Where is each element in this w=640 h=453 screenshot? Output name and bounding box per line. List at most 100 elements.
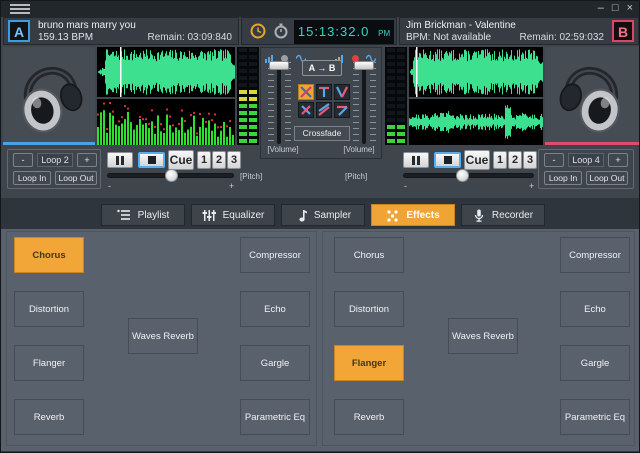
deck-a-volume-label: [Volume] (261, 145, 305, 154)
deck-b-loop-out-button[interactable]: Loop Out (586, 171, 628, 185)
dj-app-window: – □ × A bruno mars marry you 159.13 BPM … (0, 0, 640, 453)
crossfade-curve-v-button[interactable] (334, 84, 350, 100)
deck-a-volume-handle[interactable] (269, 61, 289, 70)
deck-a-loop-plus-button[interactable]: + (77, 153, 97, 167)
deck-a-pitch-plus: + (229, 181, 234, 191)
stop-icon (148, 156, 156, 164)
stop-icon (444, 156, 452, 164)
deck-b-stop-button[interactable] (434, 152, 461, 168)
deck-a-hotcue-3-button[interactable]: 3 (227, 151, 241, 169)
fx-b-gargle-button[interactable]: Gargle (560, 345, 630, 381)
deck-b-loop-in-button[interactable]: Loop In (544, 171, 582, 185)
maximize-button[interactable]: □ (612, 1, 619, 15)
deck-b-badge: B (612, 20, 634, 42)
deck-b-loop-plus-button[interactable]: + (608, 153, 628, 167)
microphone-icon (473, 209, 485, 222)
lcd-clock: 15:13:32.0 PM (294, 20, 394, 44)
deck-b-volume-slider[interactable] (362, 62, 366, 144)
deck-b-pause-button[interactable] (403, 152, 429, 168)
fx-a-compressor-button[interactable]: Compressor (240, 237, 310, 273)
crossfade-label[interactable]: Crossfade (294, 126, 350, 141)
fx-a-chorus-button[interactable]: Chorus (14, 237, 84, 273)
deck-a-hotcue-1-button[interactable]: 1 (197, 151, 211, 169)
deck-b-pitch-label: [Pitch] (345, 172, 367, 181)
deck-b-cue-button[interactable]: Cue (464, 150, 490, 170)
fx-b-chorus-button[interactable]: Chorus (334, 237, 404, 273)
deck-a-loop-out-button[interactable]: Loop Out (55, 171, 97, 185)
fx-b-flanger-button[interactable]: Flanger (334, 345, 404, 381)
fx-b-echo-button[interactable]: Echo (560, 291, 630, 327)
deck-a-waveform[interactable] (97, 47, 235, 97)
crossfade-curve-x-button[interactable] (298, 84, 314, 100)
deck-b-hotcue-1-button[interactable]: 1 (493, 151, 507, 169)
deck-a-bpm: 159.13 BPM (38, 32, 93, 43)
deck-a-cue-button[interactable]: Cue (168, 150, 194, 170)
deck-a-header: A bruno mars marry you 159.13 BPM Remain… (3, 17, 239, 45)
stopwatch-icon[interactable] (273, 23, 289, 39)
deck-a-loop-in-button[interactable]: Loop In (13, 171, 51, 185)
crossfade-curve-grid (298, 84, 350, 118)
fx-a-flanger-button[interactable]: Flanger (14, 345, 84, 381)
menu-icon[interactable] (10, 4, 30, 14)
fx-b-distortion-button[interactable]: Distortion (334, 291, 404, 327)
deck-a-volume-slider[interactable] (277, 62, 281, 144)
crossfade-curve-bend-button[interactable] (334, 102, 350, 118)
minimize-button[interactable]: – (598, 1, 604, 15)
fx-a-reverb-button[interactable]: Reverb (14, 399, 84, 435)
tab-recorder-label: Recorder (492, 210, 533, 221)
deck-a-headphones-image (3, 47, 95, 145)
crossfade-curve-t-button[interactable] (316, 84, 332, 100)
deck-b-volume-label: [Volume] (337, 145, 381, 154)
deck-b-remain-time: Remain: 02:59:032 (519, 32, 604, 43)
clock-icon[interactable] (250, 23, 266, 39)
deck-a-loop-minus-button[interactable]: - (13, 153, 33, 167)
deck-a-pitch-label: [Pitch] (240, 172, 262, 181)
deck-a-vu-meter (237, 47, 259, 145)
fx-a-parametric-eq-button[interactable]: Parametric Eq (240, 399, 310, 435)
effects-dots-icon (386, 209, 399, 222)
fx-b-compressor-button[interactable]: Compressor (560, 237, 630, 273)
deck-b-hotcue-3-button[interactable]: 3 (523, 151, 537, 169)
deck-a-pitch-handle[interactable] (165, 169, 178, 182)
tab-recorder[interactable]: Recorder (461, 204, 545, 226)
auto-crossfade-a-to-b-button[interactable]: A → B (302, 60, 342, 76)
deck-a-stop-button[interactable] (138, 152, 165, 168)
crossfade-curve-rise-button[interactable] (316, 102, 332, 118)
fx-a-waves-reverb-button[interactable]: Waves Reverb (128, 318, 198, 354)
deck-a-loop-value: Loop 2 (37, 153, 73, 167)
fx-a-distortion-button[interactable]: Distortion (14, 291, 84, 327)
deck-b-volume-handle[interactable] (354, 61, 374, 70)
deck-b-loop-minus-button[interactable]: - (544, 153, 564, 167)
tab-playlist[interactable]: Playlist (101, 204, 185, 226)
deck-b-pitch-minus: - (404, 181, 407, 191)
deck-a-pitch-minus: - (108, 181, 111, 191)
equalizer-icon (202, 209, 216, 222)
fx-a-gargle-button[interactable]: Gargle (240, 345, 310, 381)
close-button[interactable]: × (627, 1, 633, 15)
tab-equalizer-label: Equalizer (223, 210, 265, 221)
deck-b-hotcue-2-button[interactable]: 2 (508, 151, 522, 169)
deck-b-pitch-handle[interactable] (456, 169, 469, 182)
fx-b-waves-reverb-button[interactable]: Waves Reverb (448, 318, 518, 354)
tab-sampler[interactable]: Sampler (281, 204, 365, 226)
tab-effects[interactable]: Effects (371, 204, 455, 226)
deck-b-pitch-plus: + (529, 181, 534, 191)
deck-b-bpm: BPM: Not available (406, 32, 491, 43)
deck-a-remain-time: Remain: 03:09:840 (147, 32, 232, 43)
fx-b-parametric-eq-button[interactable]: Parametric Eq (560, 399, 630, 435)
pause-icon (116, 156, 124, 165)
deck-b-loop-value: Loop 4 (568, 153, 604, 167)
fx-b-reverb-button[interactable]: Reverb (334, 399, 404, 435)
deck-a-spectrum (97, 99, 235, 145)
crossfade-curve-x2-button[interactable] (298, 102, 314, 118)
deck-a-hotcue-2-button[interactable]: 2 (212, 151, 226, 169)
fx-a-echo-button[interactable]: Echo (240, 291, 310, 327)
tab-equalizer[interactable]: Equalizer (191, 204, 275, 226)
deck-a-pause-button[interactable] (107, 152, 133, 168)
deck-b-header: Jim Brickman - Valentine BPM: Not availa… (399, 17, 639, 45)
deck-b-oscilloscope (409, 99, 543, 145)
title-bar: – □ × (1, 1, 639, 17)
deck-b-headphones-image (545, 47, 639, 145)
pause-icon (412, 156, 420, 165)
deck-b-waveform[interactable] (409, 47, 543, 97)
